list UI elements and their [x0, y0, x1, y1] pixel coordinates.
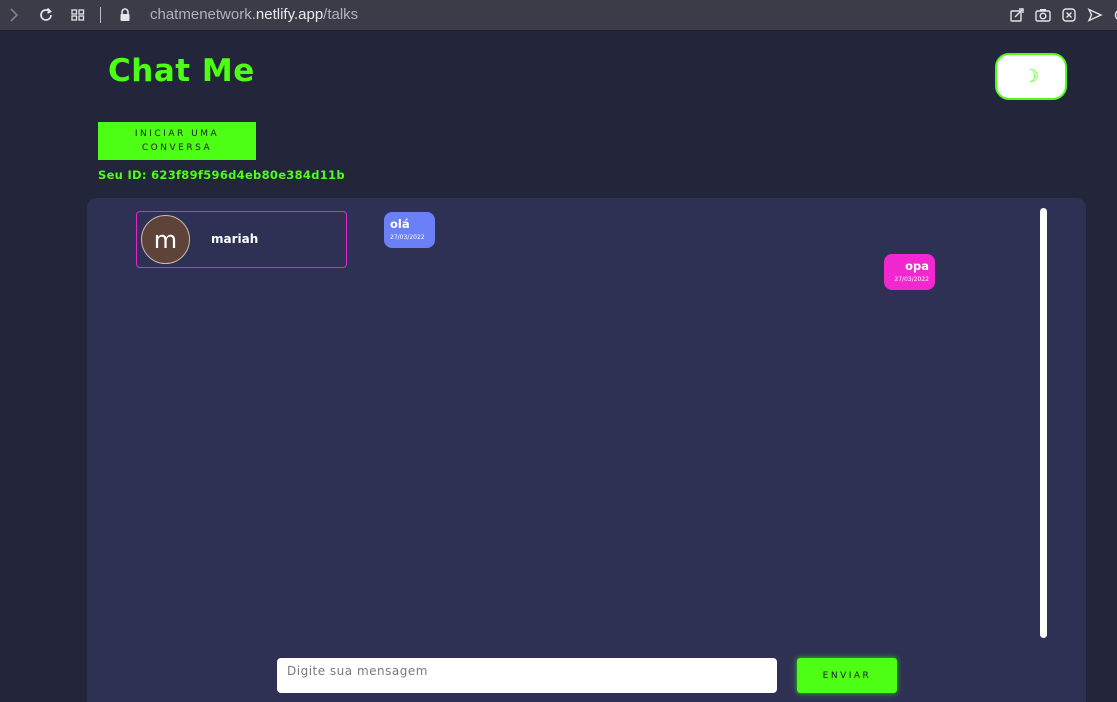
url-path: /talks	[323, 6, 359, 23]
url-domain: netlify.app	[255, 6, 324, 23]
start-conversation-button[interactable]: INICIAR UMA CONVERSA	[98, 122, 256, 160]
share-icon[interactable]	[1007, 5, 1027, 25]
theme-toggle-button[interactable]: ☽	[995, 53, 1067, 100]
message-bubble-incoming: olá 27/03/2022	[384, 212, 435, 248]
chevron-right-icon[interactable]	[4, 5, 24, 25]
messages-scrollbar[interactable]	[1040, 208, 1047, 638]
message-text: olá	[390, 217, 410, 231]
lock-icon[interactable]	[115, 5, 135, 25]
reload-icon[interactable]	[36, 5, 56, 25]
address-bar[interactable]: chatmenetwork.netlify.app/talks	[150, 5, 358, 25]
moon-icon: ☽	[1022, 66, 1040, 87]
user-id-label: Seu ID: 623f89f596d4eb80e384d11b	[98, 168, 345, 182]
send-button[interactable]: ENVIAR	[797, 658, 897, 693]
message-date: 27/03/2022	[390, 234, 425, 241]
extension-icon[interactable]	[1108, 5, 1117, 25]
grid-icon[interactable]	[68, 5, 88, 25]
contact-name: mariah	[211, 232, 259, 246]
send-icon[interactable]	[1085, 5, 1105, 25]
message-input[interactable]	[277, 658, 777, 693]
browser-toolbar: chatmenetwork.netlify.app/talks	[0, 0, 1117, 31]
chat-panel	[87, 198, 1086, 702]
contact-item[interactable]: m mariah	[136, 211, 347, 268]
message-bubble-outgoing: opa 27/03/2022	[884, 254, 935, 290]
message-date: 27/03/2022	[894, 276, 929, 283]
avatar: m	[141, 215, 190, 264]
close-circle-icon[interactable]	[1059, 5, 1079, 25]
url-prefix: chatmenetwork.	[150, 6, 256, 23]
message-text: opa	[905, 259, 929, 273]
toolbar-divider	[100, 7, 101, 23]
app-title: Chat Me	[108, 53, 255, 89]
camera-icon[interactable]	[1033, 5, 1053, 25]
